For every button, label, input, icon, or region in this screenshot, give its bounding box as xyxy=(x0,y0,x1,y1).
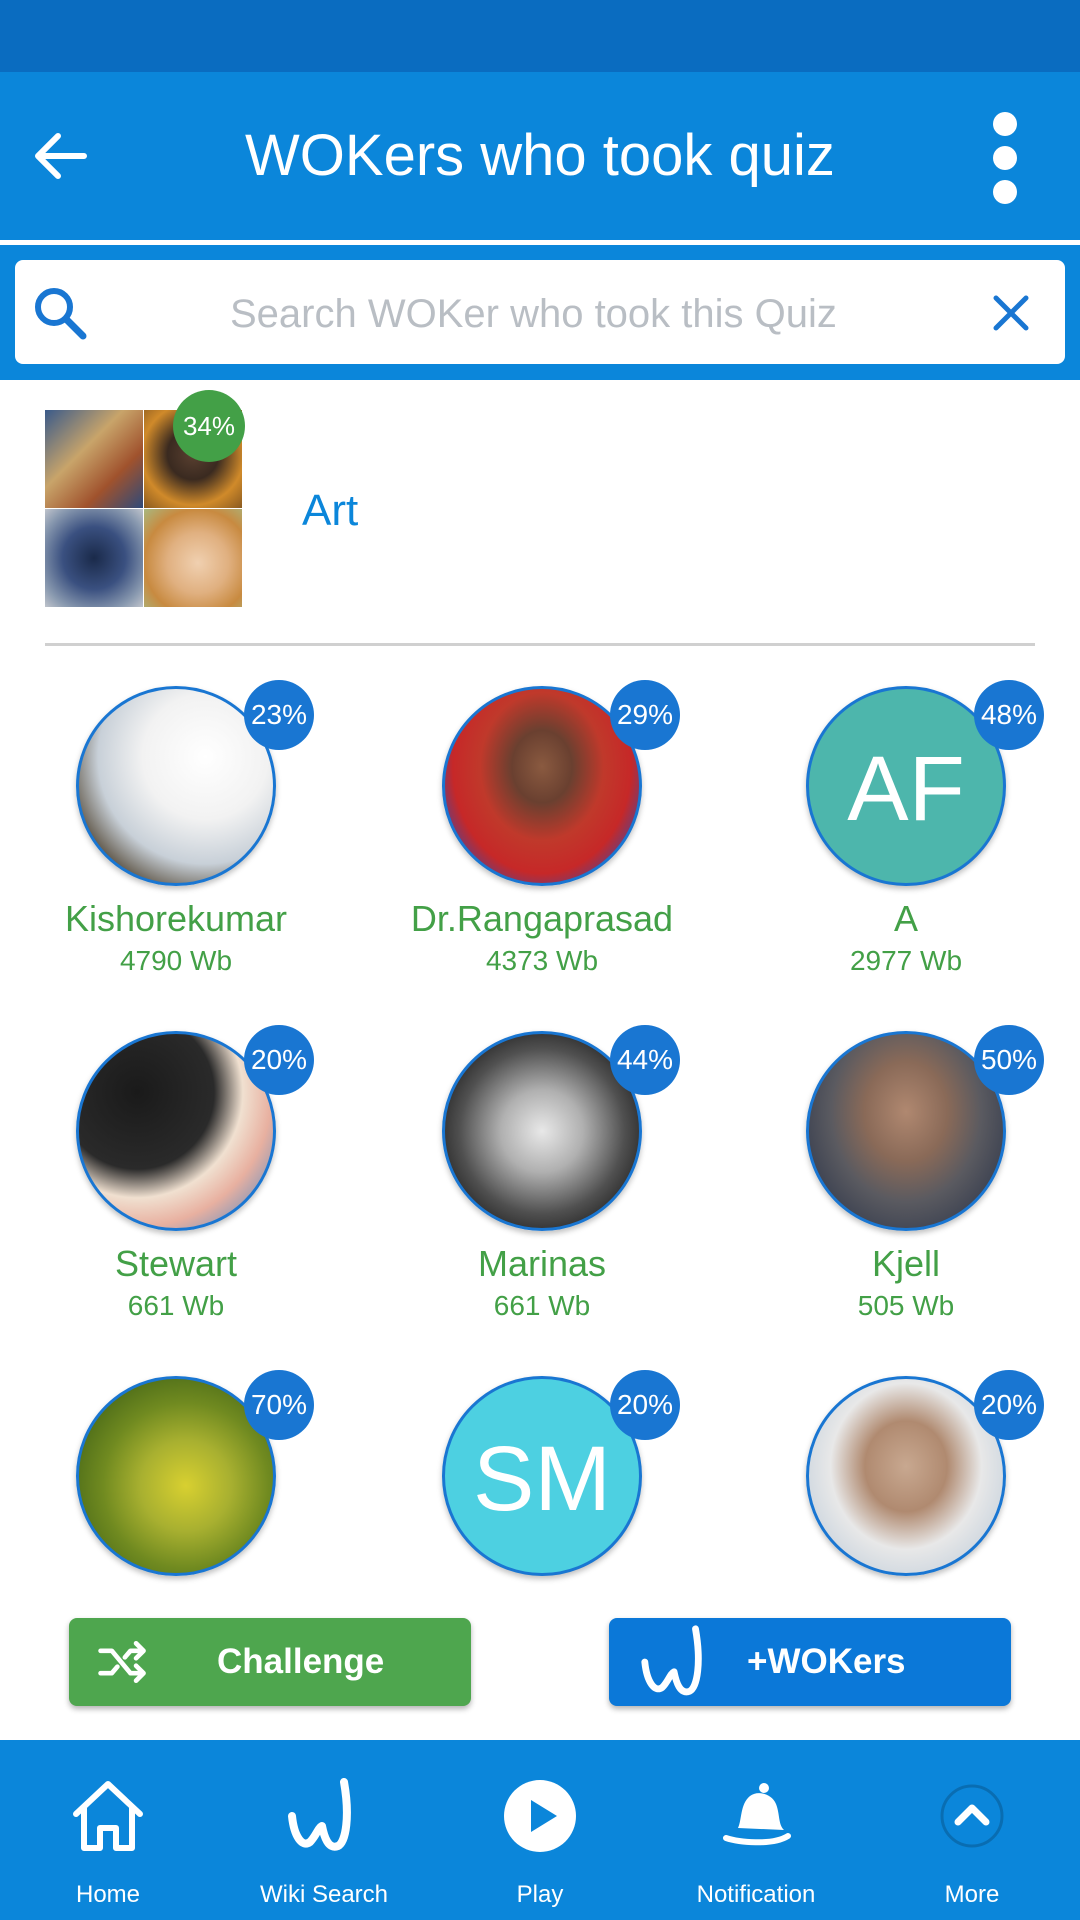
score-percent-badge: 20% xyxy=(244,1025,314,1095)
user-card[interactable]: 20% Stewart 661 Wb xyxy=(0,1025,314,1361)
nav-label: Home xyxy=(75,1881,141,1908)
score-percent-badge: 70% xyxy=(244,1370,314,1440)
more-options-icon[interactable] xyxy=(990,110,1020,206)
score-percent-badge: 23% xyxy=(244,680,314,750)
nav-label: More xyxy=(944,1881,1000,1908)
score-percent-badge: 44% xyxy=(610,1025,680,1095)
nav-label: Wiki Search xyxy=(259,1881,389,1908)
nav-item-home[interactable]: Home xyxy=(0,1740,216,1920)
score-percent-badge: 48% xyxy=(974,680,1044,750)
quiz-image-tile xyxy=(45,410,143,508)
challenge-label: Challenge xyxy=(217,1642,385,1681)
nav-item-notification[interactable]: Notification xyxy=(648,1740,864,1920)
user-score: 505 Wb xyxy=(857,1290,955,1321)
status-bar xyxy=(0,0,1080,72)
user-name: Dr.Rangaprasad xyxy=(410,898,674,939)
user-score: 661 Wb xyxy=(127,1290,225,1321)
score-percent-badge: 20% xyxy=(974,1370,1044,1440)
wok-logo-icon xyxy=(641,1625,702,1696)
back-arrow-icon[interactable] xyxy=(28,124,92,188)
user-name: Stewart xyxy=(114,1243,238,1284)
quiz-image-tile xyxy=(144,509,242,607)
quiz-image-tile xyxy=(45,509,143,607)
home-icon xyxy=(73,1781,143,1851)
search-placeholder: Search WOKer who took this Quiz xyxy=(230,292,837,336)
nav-label: Play xyxy=(516,1881,564,1908)
search-icon xyxy=(35,288,87,340)
user-card[interactable]: 44% Marinas 661 Wb xyxy=(366,1025,680,1361)
user-name: A xyxy=(893,898,918,939)
user-score: 661 Wb xyxy=(493,1290,591,1321)
user-name: Kjell xyxy=(871,1243,941,1284)
score-percent-badge: 29% xyxy=(610,680,680,750)
user-score: 2977 Wb xyxy=(849,945,963,976)
quiz-percent-badge: 34% xyxy=(173,390,245,462)
page-title: WOKers who took quiz xyxy=(245,123,835,188)
user-score: 4790 Wb xyxy=(119,945,233,976)
chevron-up-icon xyxy=(940,1784,1004,1848)
add-wokers-button[interactable]: +WOKers xyxy=(609,1618,1011,1706)
play-icon xyxy=(504,1780,576,1852)
shuffle-icon xyxy=(98,1641,146,1683)
nav-item-play[interactable]: Play xyxy=(432,1740,648,1920)
clear-icon[interactable] xyxy=(990,292,1032,334)
wok-logo-icon xyxy=(288,1778,351,1851)
user-card[interactable]: 23% Kishorekumar 4790 Wb xyxy=(0,680,314,1016)
bottom-navigation: Home Wiki Search Play Notification More xyxy=(0,1740,1080,1920)
user-card[interactable]: 50% Kjell 505 Wb xyxy=(730,1025,1044,1361)
search-input[interactable]: Search WOKer who took this Quiz xyxy=(15,260,1065,364)
nav-label: Notification xyxy=(696,1881,816,1908)
user-card[interactable]: 29% Dr.Rangaprasad 4373 Wb xyxy=(366,680,680,1016)
user-card[interactable]: AF 48% A 2977 Wb xyxy=(730,680,1044,1016)
nav-item-more[interactable]: More xyxy=(864,1740,1080,1920)
app-bar: WOKers who took quiz xyxy=(0,72,1080,240)
user-name: Marinas xyxy=(477,1243,607,1284)
score-percent-badge: 50% xyxy=(974,1025,1044,1095)
bell-icon xyxy=(723,1783,791,1846)
quiz-name[interactable]: Art xyxy=(302,486,358,536)
user-name: Kishorekumar xyxy=(64,898,288,939)
nav-item-wiki-search[interactable]: Wiki Search xyxy=(216,1740,432,1920)
quiz-thumbnail[interactable]: 34% xyxy=(45,390,245,607)
user-score: 4373 Wb xyxy=(485,945,599,976)
score-percent-badge: 20% xyxy=(610,1370,680,1440)
search-bar-container: Search WOKer who took this Quiz xyxy=(0,245,1080,380)
add-wokers-label: +WOKers xyxy=(747,1642,906,1681)
divider xyxy=(45,643,1035,646)
challenge-button[interactable]: Challenge xyxy=(69,1618,471,1706)
